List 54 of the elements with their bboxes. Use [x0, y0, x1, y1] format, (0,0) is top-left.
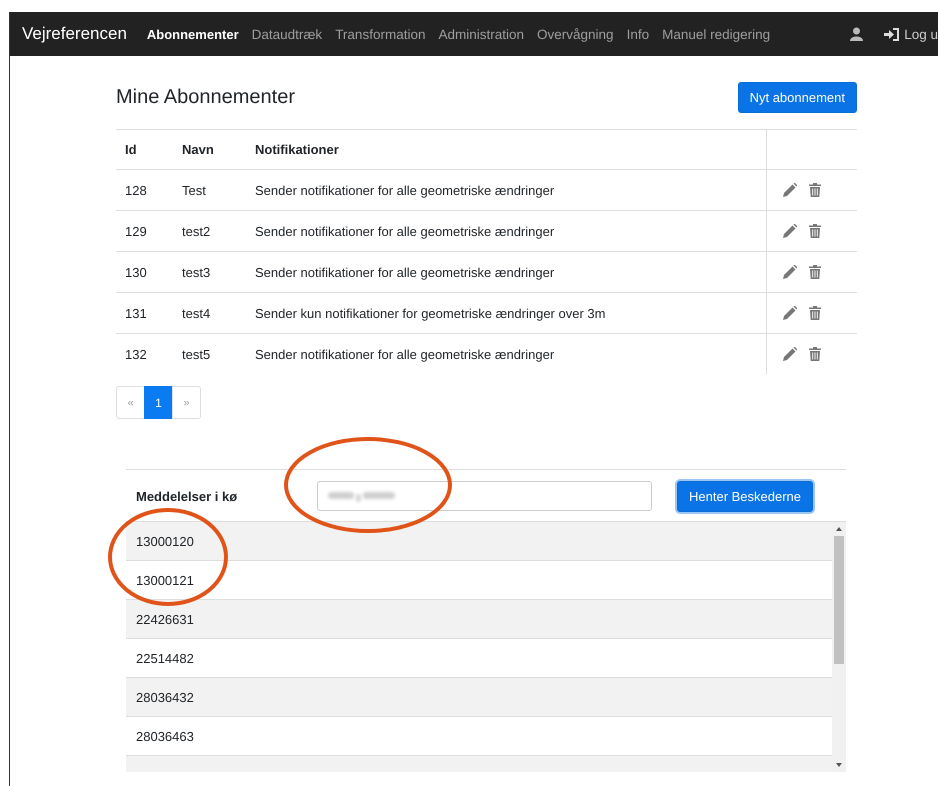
message-id[interactable]: 22514482: [136, 650, 194, 666]
scrollbar[interactable]: [832, 522, 846, 772]
column-header: Id: [116, 130, 173, 170]
nav-link[interactable]: Info: [626, 26, 650, 42]
table-cell: 128: [116, 170, 173, 210]
table-cell: test2: [173, 210, 246, 252]
trash-icon[interactable]: [809, 347, 821, 361]
message-id[interactable]: 13000120: [136, 534, 194, 548]
input-field[interactable]: [317, 481, 652, 511]
next-page-link[interactable]: »: [172, 386, 201, 419]
table-cell: 131: [116, 292, 173, 334]
page-title: Mine Abonnementer: [116, 86, 296, 108]
message-id[interactable]: 28036432: [136, 690, 194, 704]
queue-label: Meddelelser i kø: [135, 488, 238, 504]
message-id[interactable]: 28036463: [136, 728, 194, 744]
logout-link[interactable]: Log u: [904, 26, 938, 42]
trash-icon[interactable]: [809, 306, 821, 320]
table-cell: test3: [173, 252, 246, 292]
new-subscription-button[interactable]: Nyt abonnement: [738, 82, 857, 112]
table-cell: 132: [116, 334, 173, 374]
page-link[interactable]: 1: [144, 386, 173, 419]
pencil-icon[interactable]: [783, 183, 797, 197]
pencil-icon[interactable]: [783, 265, 797, 279]
table-cell: Test: [173, 170, 246, 210]
trash-icon[interactable]: [809, 224, 821, 238]
nav-link[interactable]: Manuel redigering: [662, 26, 770, 42]
nav-link[interactable]: Abonnementer: [146, 26, 239, 42]
trash-icon[interactable]: [809, 183, 821, 197]
table-cell: test5: [173, 334, 246, 374]
table-cell: Sender kun notifikationer for geometriske ændringer over 3m: [246, 292, 766, 334]
message-id[interactable]: 13000121: [136, 572, 194, 588]
pencil-icon[interactable]: [783, 347, 797, 361]
table-cell: 129: [116, 210, 173, 252]
message-id[interactable]: 22426631: [136, 612, 194, 626]
nav-link[interactable]: Dataudtræk: [252, 26, 322, 42]
pencil-icon[interactable]: [783, 224, 797, 238]
table-cell: Sender notifikationer for alle geometriske ændringer: [246, 334, 766, 374]
fetch-messages-button[interactable]: Henter Beskederne: [677, 480, 814, 512]
nav-link[interactable]: Overvågning: [537, 26, 614, 42]
trash-icon[interactable]: [809, 265, 821, 279]
table-cell: Sender notifikationer for alle geometriske ændringer: [246, 210, 766, 252]
pencil-icon[interactable]: [783, 306, 797, 320]
redacted-value: [328, 490, 398, 502]
table-cell: Sender notifikationer for alle geometriske ændringer: [246, 170, 766, 210]
column-header: Notifikationer: [246, 130, 766, 170]
nav-link[interactable]: Transformation: [335, 26, 426, 42]
user-icon[interactable]: [850, 27, 864, 41]
table-cell: test4: [173, 292, 246, 334]
sign-in-icon[interactable]: [884, 28, 900, 40]
nav-link[interactable]: Administration: [438, 26, 524, 42]
brand-link[interactable]: Vejreferencen: [22, 24, 127, 44]
column-header: Navn: [173, 130, 246, 170]
table-cell: Sender notifikationer for alle geometriske ændringer: [246, 252, 766, 292]
table-cell: 130: [116, 252, 173, 292]
